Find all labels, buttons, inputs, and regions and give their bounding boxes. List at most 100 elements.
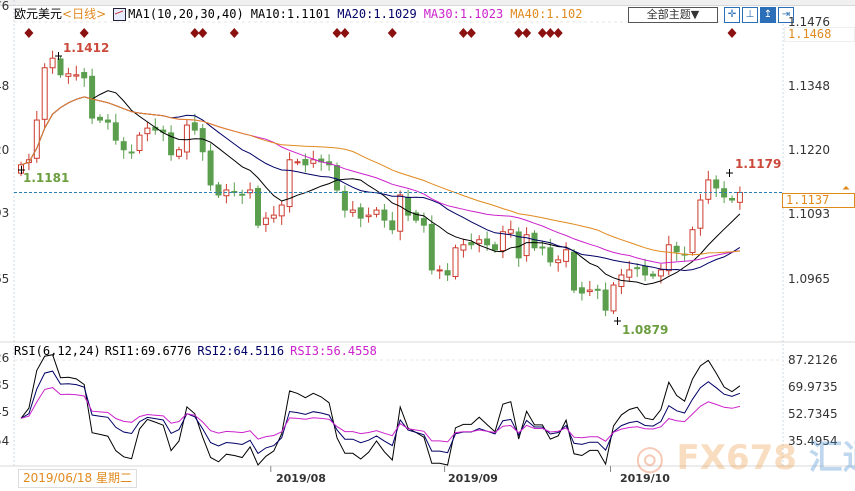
- candle-body: [365, 214, 372, 218]
- event-marker-icon: [522, 28, 532, 38]
- ma40-line: [20, 96, 740, 256]
- candle: [626, 260, 633, 282]
- candle: [136, 132, 143, 154]
- candle: [357, 203, 364, 228]
- event-marker-icon: [79, 28, 89, 38]
- candle-body: [689, 229, 696, 254]
- candle: [65, 67, 72, 84]
- candle: [112, 113, 119, 145]
- ma-label[interactable]: MA1(10,20,30,40): [128, 7, 244, 22]
- candle: [81, 68, 88, 87]
- candle: [563, 242, 570, 268]
- candle-body: [642, 265, 649, 276]
- current-date-label: 2019/06/18 星期二: [18, 469, 137, 488]
- candle: [397, 190, 404, 241]
- candle-body: [468, 242, 475, 246]
- theme-dropdown[interactable]: 全部主题▼: [628, 7, 718, 23]
- event-marker-icon: [24, 28, 34, 38]
- candle-body: [650, 273, 656, 277]
- candle-body: [33, 119, 40, 159]
- fit-range-icon[interactable]: ⊥: [742, 7, 758, 23]
- candle: [128, 144, 135, 159]
- candle-body: [191, 122, 198, 131]
- candle: [713, 175, 720, 198]
- rsi-tick: 52.7345: [788, 407, 838, 421]
- start-low-annotation: 1.1181: [23, 171, 70, 185]
- candle-body: [41, 67, 48, 120]
- ma10-value: MA10:1.1101: [250, 7, 331, 21]
- candle: [381, 204, 388, 228]
- candle-body: [357, 207, 364, 219]
- candle-body: [571, 251, 577, 291]
- rsi3-value: RSI3:56.4558: [290, 344, 377, 358]
- candle-body: [665, 244, 672, 272]
- event-marker-icon: [514, 28, 524, 38]
- candle-body: [484, 238, 491, 246]
- candle: [444, 263, 451, 281]
- candle-body: [697, 199, 704, 229]
- candle-body: [547, 247, 554, 263]
- candle: [341, 185, 348, 218]
- candle: [650, 271, 656, 279]
- candle-body: [586, 289, 593, 293]
- highlight-price: 1.1468: [784, 27, 855, 42]
- candle: [499, 225, 506, 259]
- candle: [729, 195, 735, 204]
- candle-body: [215, 184, 222, 196]
- ma30-line: [20, 96, 740, 264]
- candle: [705, 170, 712, 204]
- candle: [168, 125, 175, 161]
- symbol-name[interactable]: 欧元美元: [14, 7, 62, 22]
- recent-high-annotation: 1.1179: [735, 157, 782, 171]
- candle: [555, 255, 562, 272]
- candle: [215, 181, 222, 199]
- candle-body: [729, 198, 735, 201]
- candle: [436, 265, 443, 279]
- rsi-label[interactable]: RSI(6,12,24): [14, 344, 101, 358]
- event-marker-icon: [553, 28, 563, 38]
- candle-body: [176, 149, 182, 157]
- candle: [428, 215, 435, 275]
- crosshair-icon[interactable]: ✛: [724, 7, 740, 23]
- candle: [571, 249, 577, 294]
- candle-body: [81, 72, 88, 79]
- candle-body: [499, 231, 506, 252]
- ma30-value: MA30:1.1023: [423, 7, 504, 21]
- candle: [594, 284, 601, 300]
- indicator-chart-icon[interactable]: [113, 8, 127, 21]
- candle: [278, 200, 285, 225]
- event-marker-icon: [387, 28, 397, 38]
- candle: [610, 281, 617, 314]
- candle-body: [341, 190, 348, 211]
- candle-body: [89, 75, 96, 119]
- zoom-range-icon[interactable]: ↥: [760, 7, 776, 23]
- candle: [33, 111, 40, 163]
- candle: [586, 280, 593, 297]
- event-marker-icon: [727, 28, 737, 38]
- candle: [176, 146, 182, 160]
- candle-body: [262, 217, 269, 225]
- candle-body: [389, 220, 396, 231]
- candle-body: [713, 179, 720, 189]
- candle: [405, 189, 412, 222]
- candle-body: [602, 289, 609, 311]
- candle: [349, 201, 356, 217]
- candle: [89, 68, 96, 125]
- candle: [334, 162, 340, 193]
- candle: [41, 63, 48, 129]
- candle: [697, 193, 704, 236]
- candle: [73, 65, 80, 81]
- last-price-label: 1.1137: [782, 193, 855, 208]
- candle-body: [452, 247, 459, 277]
- event-marker-icon: [340, 28, 350, 38]
- candle-body: [492, 244, 498, 251]
- candle: [618, 268, 625, 295]
- rsi1-line: [20, 354, 741, 466]
- price-tick: 1.1220: [788, 143, 830, 157]
- candle-body: [73, 74, 80, 77]
- price-chart[interactable]: [0, 0, 855, 491]
- candle: [294, 158, 301, 166]
- candle: [255, 185, 261, 229]
- period-selector[interactable]: <日线>: [62, 7, 106, 22]
- candle: [634, 263, 641, 277]
